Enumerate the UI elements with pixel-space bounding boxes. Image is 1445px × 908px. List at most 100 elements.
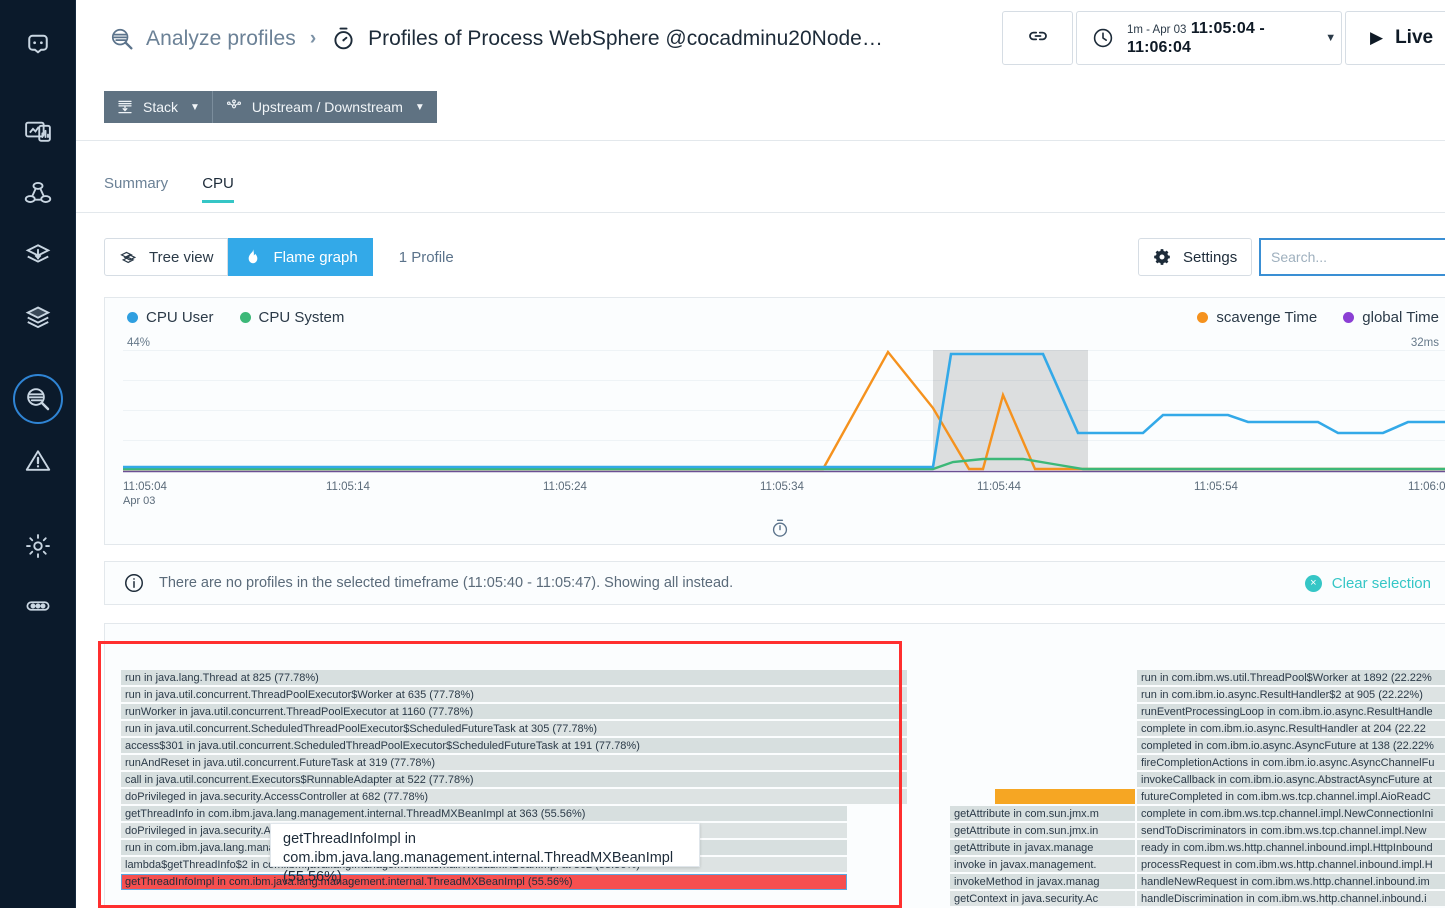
flame-cell[interactable]: invokeCallback in com.ibm.io.async.Abstr… [1137,772,1445,788]
clear-selection-button[interactable]: × Clear selection [1304,574,1431,592]
x-tick: 11:05:14 [326,481,370,493]
upstream-downstream-label: Upstream / Downstream [251,99,403,115]
stack-dropdown[interactable]: Stack ▼ [104,91,212,123]
flame-row: doPrivileged in java.security.AccessCont… [105,789,1445,805]
flame-cell[interactable]: sendToDiscriminators in com.ibm.ws.tcp.c… [1137,823,1445,839]
flame-cell[interactable]: runWorker in java.util.concurrent.Thread… [121,704,907,720]
flame-cell[interactable]: complete in com.ibm.ws.tcp.channel.impl.… [1137,806,1445,822]
flame-cell[interactable]: doPrivileged in java.security.AccessCont… [121,789,907,805]
tree-view-label: Tree view [149,248,214,266]
upstream-downstream-icon [225,98,243,116]
nav-topology[interactable] [14,170,62,218]
flame-cell[interactable]: getAttribute in com.sun.jmx.in [950,823,1135,839]
legend-dot-icon [239,312,251,323]
divider [76,212,1445,213]
chart-legend-left: CPU User CPU System [127,309,370,326]
flame-cell[interactable]: complete in com.ibm.io.async.ResultHandl… [1137,721,1445,737]
flame-cell[interactable]: fireCompletionActions in com.ibm.io.asyn… [1137,755,1445,771]
flame-cell-selected[interactable]: getThreadInfoImpl in com.ibm.java.lang.m… [121,874,847,890]
y-axis-right-max-label: 32ms [1410,337,1439,349]
settings-gear-icon [23,531,53,561]
flame-cell[interactable]: run in java.util.concurrent.ScheduledThr… [121,721,907,737]
copy-link-button[interactable] [1002,11,1073,65]
tab-cpu[interactable]: CPU [202,175,234,203]
tab-summary[interactable]: Summary [104,175,168,203]
secondary-toolbar: Stack ▼ Upstream / Downstream ▼ [104,91,437,123]
chart-legend-right: scavenge Time global Time [1171,309,1439,326]
stopwatch-icon [330,25,358,53]
gear-icon [1153,247,1173,267]
chevron-down-icon: ▼ [190,101,200,113]
flame-cell[interactable]: runAndReset in java.util.concurrent.Futu… [121,755,907,771]
tree-view-button[interactable]: Tree view [104,238,229,276]
nav-logs[interactable] [14,294,62,342]
chevron-down-icon[interactable]: ▼ [1320,32,1341,44]
flame-cell[interactable]: run in java.lang.Thread at 825 (77.78%) [121,670,907,686]
stack-icon [116,98,134,116]
flame-cell[interactable]: processRequest in com.ibm.ws.http.channe… [1137,857,1445,873]
nav-dashboards[interactable] [14,108,62,156]
flame-cell[interactable]: ready in com.ibm.ws.http.channel.inbound… [1137,840,1445,856]
live-button[interactable]: ▶ Live [1345,11,1445,65]
chart-gridlines [123,350,1445,441]
flame-graph-button[interactable]: Flame graph [228,238,373,276]
flame-icon [243,247,263,267]
flame-cell[interactable]: invoke in javax.management. [950,857,1135,873]
flame-cell[interactable]: futureCompleted in com.ibm.ws.tcp.channe… [1137,789,1445,805]
x-tick: 11:05:04 [123,481,167,493]
flame-cell[interactable]: run in java.util.concurrent.ThreadPoolEx… [121,687,907,703]
flame-graph-label: Flame graph [273,248,358,266]
nav-robot[interactable] [14,20,62,68]
flame-cell[interactable]: run in com.ibm.io.async.ResultHandler$2 … [1137,687,1445,703]
flame-cell[interactable]: call in java.util.concurrent.Executors$R… [121,772,907,788]
flame-cell[interactable]: invokeMethod in javax.manag [950,874,1135,890]
flame-row: run in java.lang.Thread at 825 (77.78%) … [105,670,1445,686]
flame-cell[interactable]: runEventProcessingLoop in com.ibm.io.asy… [1137,704,1445,720]
flame-cell[interactable]: getAttribute in com.sun.jmx.m [950,806,1135,822]
x-tick: 11:05:24 [543,481,587,493]
nav-settings[interactable] [14,522,62,570]
nav-analyze-profiles[interactable] [13,374,63,424]
legend-item-cpu-system[interactable]: CPU System [239,309,344,326]
time-range-picker[interactable]: 1m - Apr 03 11:05:04 - 11:06:04 ▼ [1076,11,1342,65]
app-root: Analyze profiles › Profiles of Process W… [0,0,1445,908]
page-title: Profiles of Process WebSphere @cocadminu… [368,27,883,50]
play-icon: ▶ [1370,28,1384,47]
search-input[interactable] [1271,249,1445,265]
robot-icon [23,29,53,59]
flame-row: access$301 in java.util.concurrent.Sched… [105,738,1445,754]
view-switch-row: Tree view Flame graph 1 Profile [104,238,454,276]
nav-more[interactable] [14,582,62,630]
search-box[interactable] [1259,238,1445,276]
left-nav-rail [0,0,76,908]
timer-icon[interactable] [769,517,791,539]
upstream-downstream-dropdown[interactable]: Upstream / Downstream ▼ [211,91,437,123]
flame-row: getThreadInfo in com.ibm.java.lang.manag… [105,806,1445,822]
close-icon: × [1304,574,1322,592]
clock-icon [1091,26,1115,50]
breadcrumb-root-link[interactable]: Analyze profiles [146,27,296,51]
flame-cell-highlight[interactable] [995,789,1135,805]
flame-cell[interactable]: getAttribute in javax.manage [950,840,1135,856]
settings-button[interactable]: Settings [1138,238,1253,276]
flame-row: run in java.util.concurrent.ScheduledThr… [105,721,1445,737]
flame-cell[interactable]: access$301 in java.util.concurrent.Sched… [121,738,907,754]
flame-cell[interactable]: run in com.ibm.ws.util.ThreadPool$Worker… [1137,670,1445,686]
more-dots-icon [23,591,53,621]
flame-cell[interactable]: handleDiscrimination in com.ibm.ws.http.… [1137,891,1445,907]
legend-item-cpu-user[interactable]: CPU User [127,309,214,326]
time-range-relative: 1m - Apr 03 [1127,24,1187,36]
legend-item-scavenge-time[interactable]: scavenge Time [1197,309,1317,326]
nav-traces[interactable] [14,232,62,280]
legend-dot-icon [1343,312,1355,323]
chart-plot-area[interactable] [123,350,1445,477]
breadcrumb-separator: › [309,28,317,49]
flame-cell[interactable]: getThreadInfo in com.ibm.java.lang.manag… [121,806,847,822]
legend-item-global-time[interactable]: global Time [1343,309,1439,326]
flame-cell[interactable]: completed in com.ibm.io.async.AsyncFutur… [1137,738,1445,754]
nav-events[interactable] [14,437,62,485]
chevron-down-icon: ▼ [414,101,425,113]
info-banner: There are no profiles in the selected ti… [104,561,1445,605]
flame-cell[interactable]: handleNewRequest in com.ibm.ws.http.chan… [1137,874,1445,890]
flame-cell[interactable]: getContext in java.security.Ac [950,891,1135,907]
